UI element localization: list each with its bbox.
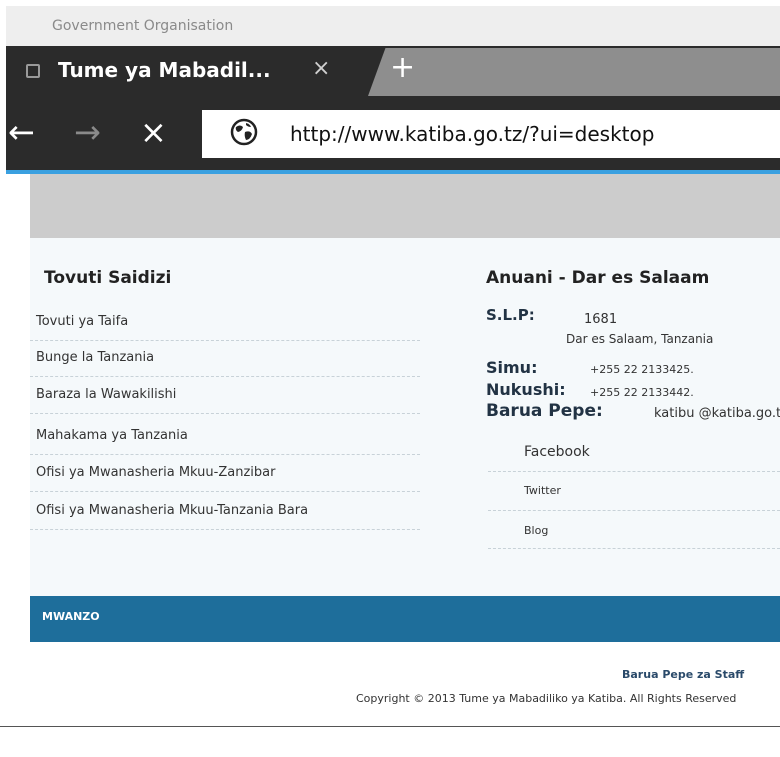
footer-nav-bar: MWANZO [30,596,780,642]
stop-button[interactable]: × [140,114,167,150]
copyright-text: Copyright © 2013 Tume ya Mabadiliko ya K… [356,692,737,705]
url-text: http://www.katiba.go.tz/?ui=desktop [290,122,655,146]
footer-home-link[interactable]: MWANZO [42,610,100,623]
fax-label: Nukushi: [486,380,566,399]
email-value[interactable]: katibu @katiba.go.tz [654,406,780,421]
facebook-link[interactable]: Facebook [524,444,590,460]
fax-value: +255 22 2133442. [590,386,694,399]
globe-icon [230,118,258,146]
back-button[interactable]: ← [8,114,35,150]
tab-title: Tume ya Mabadil... [58,58,271,82]
footer-area [30,642,780,726]
divider [30,340,420,341]
address-bar[interactable]: http://www.katiba.go.tz/?ui=desktop [202,110,780,158]
divider [488,471,780,472]
window-titlebar: Government Organisation [6,6,780,46]
browser-tab[interactable]: Tume ya Mabadil... × [6,46,354,96]
email-label: Barua Pepe: [486,401,603,421]
header-banner [30,174,780,238]
favicon-icon [26,64,40,78]
related-sites-heading: Tovuti Saidizi [44,268,172,288]
link-mwanasheria-zanzibar[interactable]: Ofisi ya Mwanasheria Mkuu-Zanzibar [36,465,420,480]
link-tovuti-ya-taifa[interactable]: Tovuti ya Taifa [36,314,420,329]
blog-link[interactable]: Blog [524,524,548,537]
plus-icon: + [390,50,416,85]
divider [30,491,420,492]
tab-strip: Tume ya Mabadil... × + [6,46,780,96]
divider [30,376,420,377]
link-mahakama[interactable]: Mahakama ya Tanzania [36,428,420,443]
navigation-bar: ← → × http://www.katiba.go.tz/?ui=deskto… [6,96,780,174]
new-tab-button[interactable]: + [368,46,780,96]
po-box-value: 1681 [584,312,618,327]
link-mwanasheria-bara[interactable]: Ofisi ya Mwanasheria Mkuu-Tanzania Bara [36,503,420,518]
window-title: Government Organisation [52,18,234,34]
link-baraza[interactable]: Baraza la Wawakilishi [36,387,420,402]
divider [30,529,420,530]
po-box-label: S.L.P: [486,306,535,324]
link-bunge[interactable]: Bunge la Tanzania [36,350,420,365]
forward-button[interactable]: → [74,114,101,150]
phone-label: Simu: [486,358,538,377]
divider [30,454,420,455]
tab-close-button[interactable]: × [312,56,330,81]
divider [0,726,780,727]
address-heading: Anuani - Dar es Salaam [486,268,710,288]
divider [488,510,780,511]
city-value: Dar es Salaam, Tanzania [566,332,714,346]
divider [30,413,420,414]
twitter-link[interactable]: Twitter [524,484,561,497]
divider [488,548,780,549]
staff-email-link[interactable]: Barua Pepe za Staff [622,668,744,681]
phone-value: +255 22 2133425. [590,363,694,376]
